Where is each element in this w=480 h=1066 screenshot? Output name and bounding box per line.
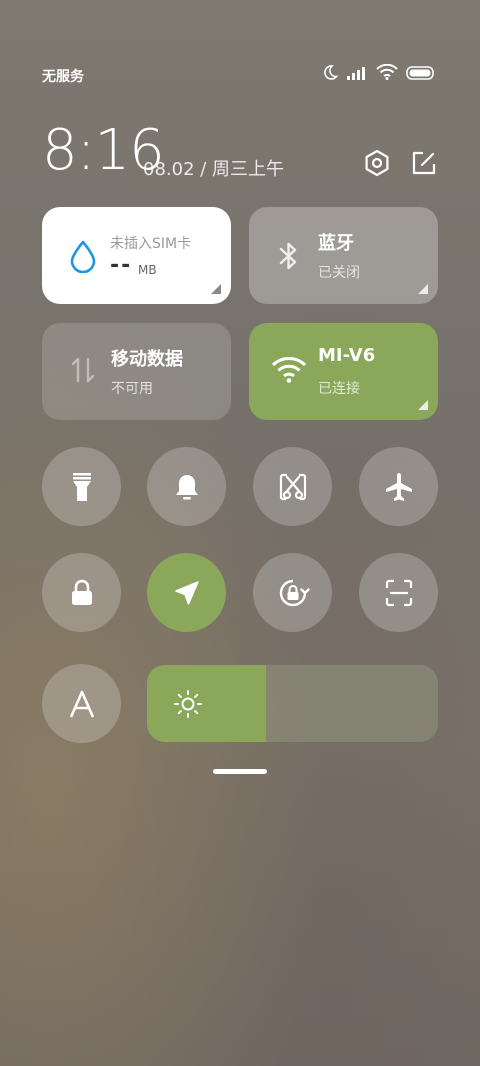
screenshot-toggle[interactable]: [253, 447, 332, 526]
wifi-tile[interactable]: MI-V6 已连接: [249, 323, 438, 420]
data-usage-tile[interactable]: 未插入SIM卡 -- MB: [42, 207, 231, 304]
data-usage-value: --: [110, 253, 133, 278]
status-bar: 无服务: [42, 60, 436, 90]
brightness-fill: [147, 665, 267, 742]
wifi-status: 已连接: [318, 381, 360, 397]
scissors-icon: [278, 472, 308, 502]
sim-status-label: 未插入SIM卡: [110, 236, 192, 252]
status-icons: [322, 63, 436, 84]
water-drop-icon: [66, 239, 100, 274]
wifi-network-name: MI-V6: [318, 345, 376, 366]
wifi-icon: [271, 355, 307, 389]
carrier-label: 无服务: [42, 69, 84, 85]
bluetooth-icon: [274, 239, 308, 273]
font-a-icon: [68, 689, 96, 719]
wifi-icon: [376, 63, 398, 84]
edit-icon[interactable]: [409, 148, 439, 178]
signal-icon: [346, 65, 368, 84]
airplane-icon: [383, 471, 415, 503]
flashlight-toggle[interactable]: [42, 447, 121, 526]
flashlight-icon: [70, 471, 94, 503]
bell-icon: [173, 472, 201, 502]
font-size-toggle[interactable]: [42, 664, 121, 743]
mobile-data-tile[interactable]: 移动数据 不可用: [42, 323, 231, 420]
location-toggle[interactable]: [147, 553, 226, 632]
date-label: 08.02 / 周三上午: [143, 159, 285, 180]
bluetooth-status: 已关闭: [318, 265, 360, 281]
lock-icon: [69, 579, 95, 607]
data-usage-unit: MB: [138, 263, 157, 277]
moon-icon: [322, 64, 339, 84]
brightness-slider[interactable]: [147, 665, 438, 742]
settings-icon[interactable]: [362, 148, 392, 178]
bluetooth-title: 蓝牙: [318, 233, 354, 254]
expand-corner-icon: [418, 400, 428, 410]
expand-corner-icon: [211, 284, 221, 294]
sun-icon: [173, 689, 203, 723]
mobile-data-title: 移动数据: [111, 349, 183, 370]
ringer-toggle[interactable]: [147, 447, 226, 526]
scanner-toggle[interactable]: [359, 553, 438, 632]
rotation-lock-icon: [276, 576, 310, 610]
expand-corner-icon: [418, 284, 428, 294]
gesture-handle[interactable]: [213, 769, 267, 774]
lock-screen-toggle[interactable]: [42, 553, 121, 632]
rotation-lock-toggle[interactable]: [253, 553, 332, 632]
airplane-mode-toggle[interactable]: [359, 447, 438, 526]
battery-icon: [406, 65, 436, 84]
scan-icon: [384, 578, 414, 608]
bluetooth-tile[interactable]: 蓝牙 已关闭: [249, 207, 438, 304]
mobile-data-status: 不可用: [111, 381, 153, 397]
data-arrows-icon: [68, 353, 102, 387]
location-arrow-icon: [173, 579, 201, 607]
